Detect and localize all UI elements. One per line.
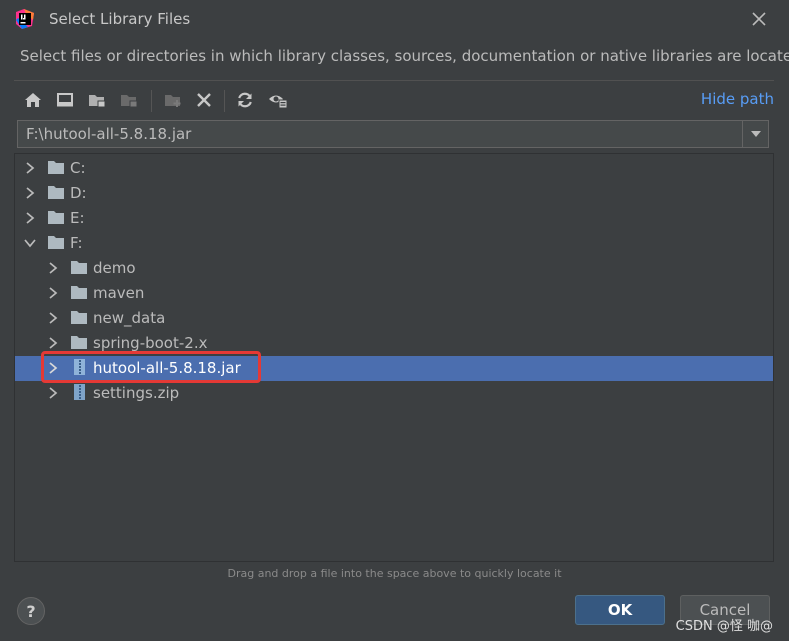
folder-icon xyxy=(48,211,64,224)
tree-item-e-drive[interactable]: E: xyxy=(15,206,773,231)
tree-item-label: settings.zip xyxy=(93,384,180,402)
new-folder-icon xyxy=(165,95,181,107)
folder-icon xyxy=(48,186,64,199)
folder-icon xyxy=(48,236,64,249)
toolbar-separator xyxy=(224,90,225,112)
desktop-icon xyxy=(57,93,73,107)
folder-icon xyxy=(71,311,87,324)
ok-button[interactable]: OK xyxy=(575,595,665,625)
chevron-right-icon[interactable] xyxy=(47,287,59,299)
chevron-right-icon[interactable] xyxy=(24,212,36,224)
tree-item-label: E: xyxy=(70,209,85,227)
chevron-right-icon[interactable] xyxy=(47,312,59,324)
drag-drop-hint: Drag and drop a file into the space abov… xyxy=(227,567,562,580)
chevron-right-icon[interactable] xyxy=(24,187,36,199)
refresh-button[interactable] xyxy=(232,86,258,114)
chevron-right-icon[interactable] xyxy=(24,162,36,174)
archive-icon xyxy=(74,384,85,400)
chevron-right-icon[interactable] xyxy=(47,362,59,374)
dialog-description: Select files or directories in which lib… xyxy=(20,47,789,65)
delete-icon xyxy=(197,93,211,107)
module-folder-button[interactable] xyxy=(116,86,142,114)
path-combobox[interactable] xyxy=(17,120,769,148)
tree-item-f-drive[interactable]: F: xyxy=(15,231,773,256)
intellij-app-icon xyxy=(16,9,34,29)
tree-item-settings-zip[interactable]: settings.zip xyxy=(15,381,773,406)
folder-icon xyxy=(71,286,87,299)
tree-item-c-drive[interactable]: C: xyxy=(15,156,773,181)
folder-icon xyxy=(71,336,87,349)
tree-item-d-drive[interactable]: D: xyxy=(15,181,773,206)
archive-icon xyxy=(74,359,85,375)
file-tree[interactable]: C: D: E: F: demo maven new_data spring-b… xyxy=(14,153,774,562)
chevron-down-icon[interactable] xyxy=(24,237,36,249)
divider xyxy=(14,80,774,81)
module-folder-icon xyxy=(121,95,138,108)
hide-path-link[interactable]: Hide path xyxy=(701,90,774,108)
tree-item-label: spring-boot-2.x xyxy=(93,334,208,352)
tree-item-maven[interactable]: maven xyxy=(15,281,773,306)
tree-item-label: F: xyxy=(70,234,83,252)
help-icon: ? xyxy=(26,601,36,621)
tree-item-hutool-jar[interactable]: hutool-all-5.8.18.jar xyxy=(15,356,773,381)
project-folder-button[interactable] xyxy=(84,86,110,114)
path-input[interactable] xyxy=(18,121,740,147)
dialog-title: Select Library Files xyxy=(49,10,191,28)
chevron-right-icon[interactable] xyxy=(47,387,59,399)
refresh-icon xyxy=(238,92,252,108)
home-icon xyxy=(25,93,41,107)
show-hidden-icon xyxy=(269,95,288,109)
tree-item-label: demo xyxy=(93,259,136,277)
tree-item-label: C: xyxy=(70,159,86,177)
show-hidden-button[interactable] xyxy=(265,86,291,114)
chevron-right-icon[interactable] xyxy=(47,337,59,349)
help-button[interactable]: ? xyxy=(17,597,45,625)
tree-item-demo[interactable]: demo xyxy=(15,256,773,281)
tree-item-label: hutool-all-5.8.18.jar xyxy=(93,359,241,377)
delete-button[interactable] xyxy=(191,86,217,114)
tree-item-label: maven xyxy=(93,284,145,302)
toolbar-separator xyxy=(151,90,152,112)
desktop-button[interactable] xyxy=(52,86,78,114)
watermark: CSDN @怪 咖@ xyxy=(675,619,773,634)
chevron-down-icon xyxy=(750,131,761,137)
new-folder-button[interactable] xyxy=(160,86,186,114)
tree-item-spring-boot[interactable]: spring-boot-2.x xyxy=(15,331,773,356)
tree-item-label: D: xyxy=(70,184,87,202)
tree-item-new-data[interactable]: new_data xyxy=(15,306,773,331)
close-icon[interactable] xyxy=(748,8,770,30)
folder-icon xyxy=(48,161,64,174)
title-bar: Select Library Files xyxy=(0,0,789,38)
tree-item-label: new_data xyxy=(93,309,166,327)
chevron-right-icon[interactable] xyxy=(47,262,59,274)
path-dropdown-button[interactable] xyxy=(742,121,768,147)
home-button[interactable] xyxy=(20,86,46,114)
project-folder-icon xyxy=(89,95,106,108)
folder-icon xyxy=(71,261,87,274)
